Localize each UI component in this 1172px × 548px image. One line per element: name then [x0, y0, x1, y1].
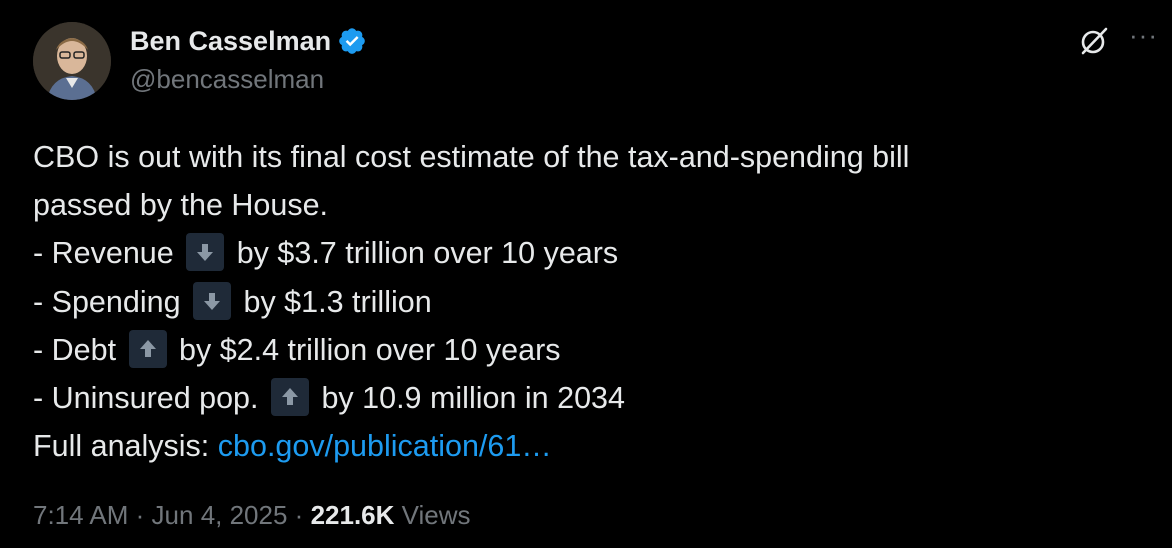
list-item: - Uninsured pop. by 10.9 million in 2034: [33, 374, 1143, 422]
tweet-intro-line-2: passed by the House.: [33, 188, 329, 223]
list-item: - Spending by $1.3 trillion: [33, 278, 1143, 326]
list-item: - Revenue by $3.7 trillion over 10 years: [33, 229, 1143, 277]
item-value: by $3.7 trillion over 10 years: [236, 236, 619, 271]
meta-separator: ·: [294, 500, 304, 530]
tweet-header: Ben Casselman @bencasselman: [130, 22, 367, 95]
meta-separator: ·: [135, 500, 145, 530]
avatar[interactable]: [33, 22, 111, 100]
author-display-name[interactable]: Ben Casselman: [130, 26, 331, 57]
grok-icon[interactable]: [1077, 24, 1111, 58]
analysis-label: Full analysis:: [33, 429, 210, 464]
views-count[interactable]: 221.6K: [311, 500, 395, 530]
author-name-row: Ben Casselman: [130, 22, 367, 60]
item-value: by $1.3 trillion: [243, 284, 432, 319]
item-label: - Spending: [33, 284, 181, 319]
item-value: by $2.4 trillion over 10 years: [179, 332, 561, 367]
item-label: - Uninsured pop.: [33, 380, 259, 415]
item-label: - Debt: [33, 332, 117, 367]
down-arrow-icon: [186, 233, 225, 272]
up-arrow-icon: [270, 377, 309, 416]
tweet-body: CBO is out with its final cost estimate …: [33, 133, 1143, 470]
item-label: - Revenue: [33, 236, 174, 271]
verified-badge-icon[interactable]: [337, 26, 367, 56]
tweet-date[interactable]: Jun 4, 2025: [152, 500, 288, 530]
tweet-meta: 7:14 AM · Jun 4, 2025 · 221.6K Views: [33, 500, 471, 531]
more-options-icon[interactable]: ···: [1129, 22, 1158, 48]
analysis-link[interactable]: cbo.gov/publication/61…: [218, 429, 552, 463]
tweet-time[interactable]: 7:14 AM: [33, 500, 128, 530]
author-handle[interactable]: @bencasselman: [130, 64, 367, 95]
up-arrow-icon: [128, 329, 167, 368]
down-arrow-icon: [193, 281, 232, 320]
top-right-actions: ···: [1077, 22, 1158, 58]
avatar-image: [33, 22, 111, 100]
list-item: - Debt by $2.4 trillion over 10 years: [33, 326, 1143, 374]
tweet-intro-line-1: CBO is out with its final cost estimate …: [33, 140, 910, 174]
analysis-line: Full analysis: cbo.gov/publication/61…: [33, 422, 1143, 470]
item-value: by 10.9 million in 2034: [321, 380, 625, 415]
views-label[interactable]: Views: [402, 500, 471, 530]
